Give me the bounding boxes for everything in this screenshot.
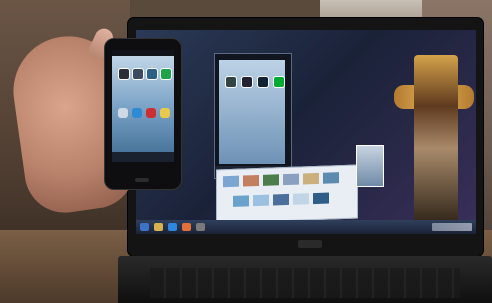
phone-status-bar: [112, 50, 174, 56]
smartphone[interactable]: [104, 38, 182, 190]
laptop-logo: [298, 240, 322, 248]
app-icon[interactable]: [196, 223, 205, 231]
thumbnail-image[interactable]: [233, 195, 249, 207]
thumbnail-image[interactable]: [243, 174, 259, 187]
keyboard: [150, 268, 460, 298]
taskbar: [136, 220, 476, 234]
gallery-window[interactable]: [216, 164, 358, 224]
camera-icon[interactable]: [118, 68, 130, 80]
totem-pole-wallpaper: [414, 55, 458, 225]
start-icon[interactable]: [140, 223, 149, 231]
mail-icon[interactable]: [118, 108, 128, 118]
music-icon[interactable]: [257, 76, 269, 88]
system-tray[interactable]: [432, 223, 472, 231]
maps-icon[interactable]: [146, 108, 156, 118]
thumbnail-image[interactable]: [323, 172, 339, 184]
thumbnail-image[interactable]: [313, 192, 329, 205]
thumbnail-image[interactable]: [263, 174, 279, 186]
phone-dock: [112, 152, 174, 162]
phone-mirror-window[interactable]: [214, 53, 292, 179]
home-button[interactable]: [135, 178, 149, 182]
camera-icon[interactable]: [225, 76, 237, 88]
laptop-screen: [136, 30, 476, 234]
thumbnail-image[interactable]: [253, 194, 269, 207]
phone-screen[interactable]: [112, 50, 174, 162]
settings-icon[interactable]: [132, 68, 144, 80]
thumbnail-image[interactable]: [293, 193, 309, 205]
photo-scene: [0, 0, 492, 303]
media-icon[interactable]: [182, 223, 191, 231]
browser-icon[interactable]: [273, 76, 285, 88]
browser-icon[interactable]: [160, 68, 172, 80]
folder-icon[interactable]: [154, 223, 163, 231]
thumbnail-image[interactable]: [223, 175, 239, 188]
photo-card[interactable]: [356, 145, 384, 187]
thumbnail-image[interactable]: [273, 193, 289, 206]
mirror-screen: [219, 60, 285, 164]
thumbnail-image[interactable]: [303, 172, 319, 185]
gallery-icon[interactable]: [132, 108, 142, 118]
market-icon[interactable]: [160, 108, 170, 118]
music-icon[interactable]: [146, 68, 158, 80]
browser-icon[interactable]: [168, 223, 177, 231]
thumbnail-image[interactable]: [283, 173, 299, 186]
settings-icon[interactable]: [241, 76, 253, 88]
